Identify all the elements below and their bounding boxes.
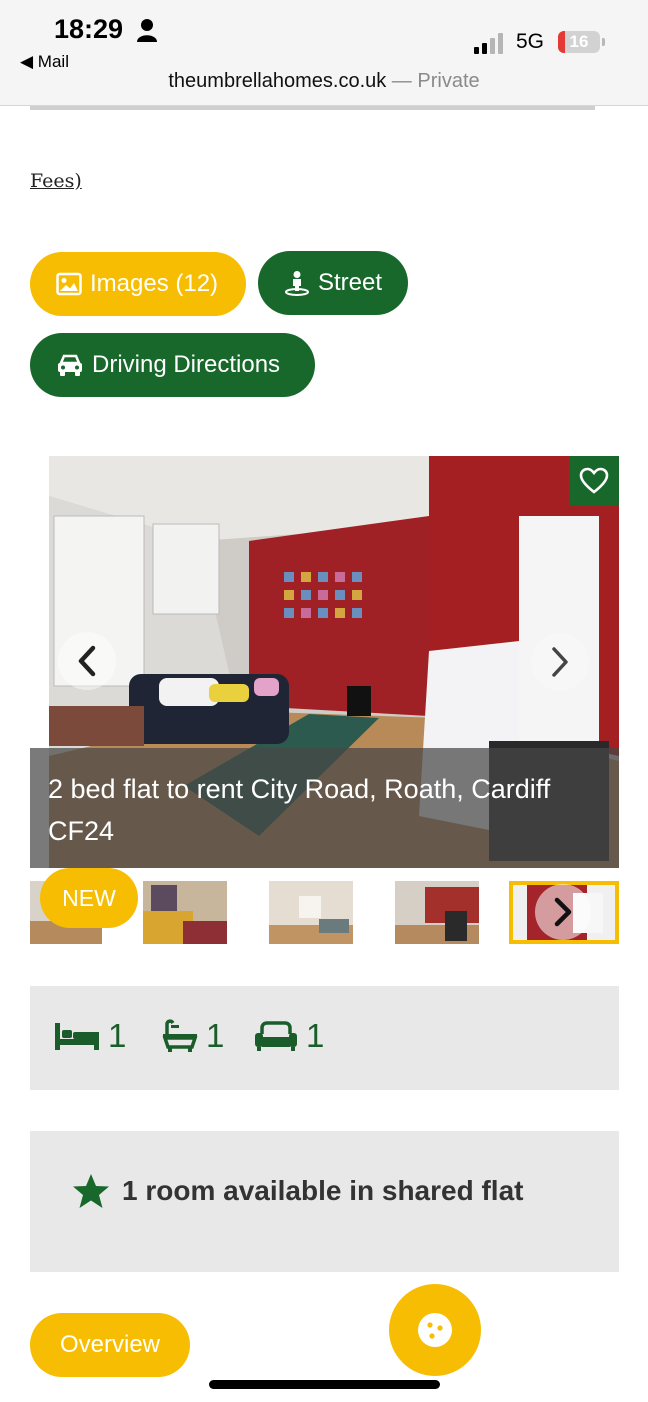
cookie-settings-button[interactable] (389, 1284, 481, 1376)
thumbnails-next-button[interactable] (535, 884, 591, 940)
chevron-right-icon (552, 647, 568, 677)
bedrooms-value: 1 (108, 1017, 127, 1054)
fees-link[interactable]: Fees) (30, 170, 82, 192)
overview-button[interactable]: Overview (30, 1313, 190, 1377)
address-bar[interactable]: theumbrellahomes.co.uk — Private (0, 70, 648, 93)
signal-icon (474, 33, 503, 54)
street-view-button[interactable]: Street (258, 251, 408, 315)
thumbnail-4[interactable] (395, 881, 479, 944)
bathrooms-count: 1 (162, 1016, 224, 1056)
gallery-next-button[interactable] (531, 633, 589, 691)
bed-icon (55, 1023, 99, 1050)
sofa-icon (255, 1021, 297, 1051)
thumbnail-3[interactable] (269, 881, 353, 944)
bathrooms-value: 1 (206, 1017, 225, 1054)
battery-cap (602, 38, 605, 46)
battery-percent: 16 (569, 32, 589, 51)
thumbnail-2[interactable] (143, 881, 227, 944)
street-button-label: Street (318, 269, 383, 296)
heart-icon (579, 467, 609, 494)
images-button-label: Images (12) (90, 270, 219, 297)
chevron-left-icon (78, 645, 96, 677)
favourite-button[interactable] (569, 456, 619, 506)
receptions-count: 1 (254, 1016, 324, 1056)
property-features: 1 1 1 (30, 986, 619, 1090)
availability-text: 1 room available in shared flat (122, 1175, 524, 1206)
driving-button-label: Driving Directions (92, 351, 281, 378)
home-indicator (209, 1380, 440, 1389)
bath-icon (162, 1019, 198, 1052)
gallery-prev-button[interactable] (58, 632, 116, 690)
private-label: Private (417, 70, 480, 92)
availability-box: 1 room available in shared flat (30, 1131, 619, 1272)
back-to-mail-link[interactable]: ◀ Mail (20, 52, 69, 72)
availability-row: 1 room available in shared flat (72, 1173, 523, 1209)
status-time: 18:29 (54, 14, 124, 44)
chevron-right-icon (554, 897, 572, 927)
browser-top-bar: 18:29 ◀ Mail 5G 16 theumbrellahomes.co.u… (0, 0, 648, 106)
driving-directions-button[interactable]: Driving Directions (30, 333, 315, 397)
car-icon (58, 354, 82, 376)
battery-icon: 16 (558, 31, 600, 53)
new-badge: NEW (40, 868, 138, 928)
street-view-icon (285, 271, 309, 296)
thumbnail-image (269, 881, 353, 944)
url-separator: — (386, 70, 418, 92)
thumbnail-image (143, 881, 227, 944)
listing-title: 2 bed flat to rent City Road, Roath, Car… (30, 748, 619, 868)
url-domain: theumbrellahomes.co.uk (168, 70, 387, 92)
cookie-icon (418, 1313, 452, 1347)
image-icon (56, 272, 82, 296)
person-icon (137, 19, 157, 42)
images-button[interactable]: Images (12) (30, 252, 246, 316)
star-icon (73, 1174, 109, 1208)
bedrooms-count: 1 (54, 1016, 126, 1056)
thumbnail-image (395, 881, 479, 944)
receptions-value: 1 (306, 1017, 325, 1054)
network-type: 5G (516, 30, 545, 53)
